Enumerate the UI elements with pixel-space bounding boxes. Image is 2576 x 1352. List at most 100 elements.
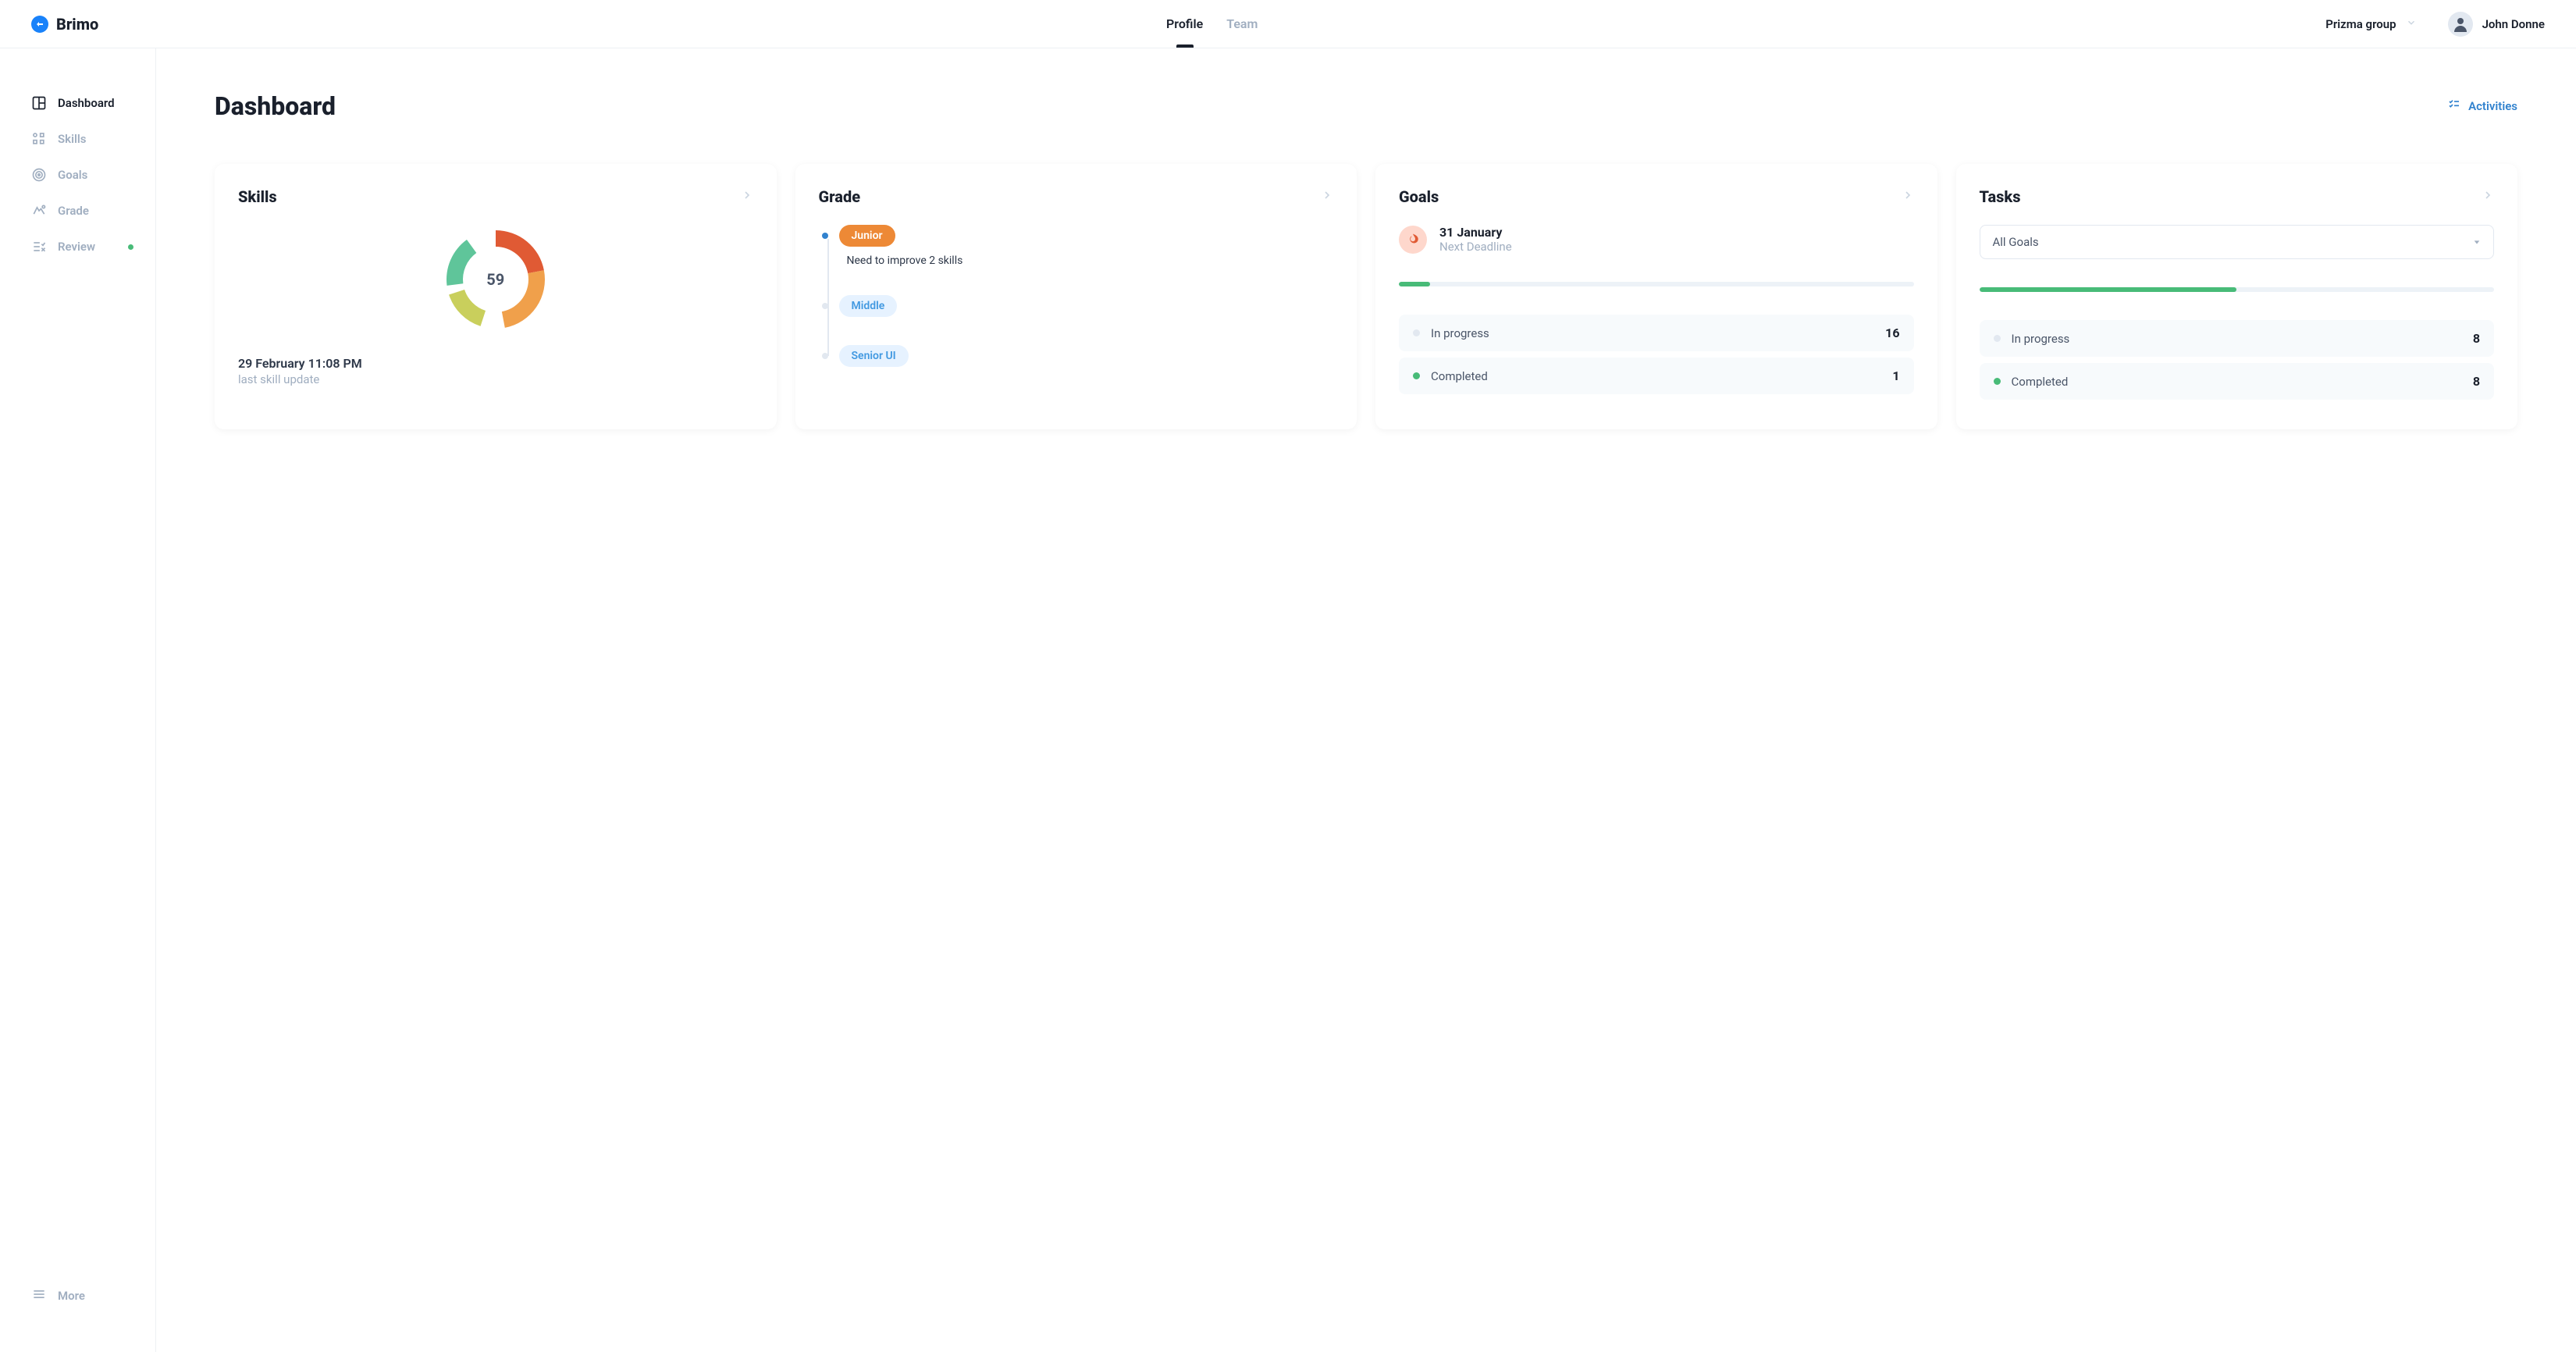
tab-team[interactable]: Team — [1226, 0, 1258, 48]
chevron-down-icon — [2406, 17, 2417, 31]
grade-item-senior: Senior UI — [822, 345, 1334, 367]
chevron-right-icon — [1321, 189, 1333, 205]
main-content: Dashboard Activities Skills — [156, 48, 2576, 1352]
activities-label: Activities — [2468, 99, 2517, 113]
status-label: Completed — [2012, 375, 2069, 389]
chevron-right-icon — [1902, 189, 1914, 205]
grade-item-middle: Middle — [822, 295, 1334, 317]
tab-label: Team — [1226, 16, 1258, 31]
logo-icon — [31, 16, 48, 33]
card-skills[interactable]: Skills 59 29 February 11:08 PM last skil… — [215, 164, 777, 429]
sidebar-more[interactable]: More — [0, 1279, 155, 1313]
grade-pill: Middle — [839, 295, 898, 317]
timeline-dot — [822, 233, 828, 239]
tasks-progress-bar — [1980, 287, 2495, 292]
status-completed: Completed 1 — [1399, 358, 1914, 394]
progress-fill — [1399, 282, 1430, 286]
activities-button[interactable]: Activities — [2448, 98, 2517, 114]
review-icon — [31, 239, 47, 254]
goals-icon — [31, 167, 47, 183]
deadline-label: Next Deadline — [1439, 240, 1512, 254]
sidebar-item-label: Goals — [58, 168, 87, 182]
status-in-progress: In progress 16 — [1399, 315, 1914, 351]
card-title: Tasks — [1980, 187, 2021, 206]
goals-progress-bar — [1399, 282, 1914, 286]
avatar — [2448, 12, 2473, 37]
status-label: In progress — [2012, 332, 2070, 346]
sidebar-item-skills[interactable]: Skills — [0, 123, 155, 155]
card-header: Skills — [238, 187, 753, 206]
menu-icon — [31, 1286, 47, 1305]
sidebar-item-label: Grade — [58, 204, 89, 218]
skills-sub-label: last skill update — [238, 372, 753, 386]
deadline-date: 31 January — [1439, 225, 1512, 240]
grade-icon — [31, 203, 47, 219]
timeline-dot — [822, 303, 828, 309]
card-title: Goals — [1399, 187, 1439, 206]
timeline-dot — [822, 353, 828, 359]
group-select[interactable]: Prizma group — [2325, 17, 2416, 31]
card-header: Tasks — [1980, 187, 2495, 206]
chevron-right-icon — [2482, 189, 2494, 205]
page-title: Dashboard — [215, 91, 336, 121]
app-header: Brimo Profile Team Prizma group John Don… — [0, 0, 2576, 48]
sidebar-item-grade[interactable]: Grade — [0, 195, 155, 226]
deadline-block: 31 January Next Deadline — [1399, 225, 1914, 254]
status-count: 8 — [2473, 374, 2480, 389]
card-grade[interactable]: Grade Junior Need to improve 2 skills — [795, 164, 1357, 429]
checklist-icon — [2448, 98, 2460, 114]
skills-donut-chart: 59 — [238, 225, 753, 334]
skills-icon — [31, 131, 47, 147]
status-count: 1 — [1892, 368, 1899, 383]
user-menu[interactable]: John Donne — [2448, 12, 2545, 37]
sidebar-item-dashboard[interactable]: Dashboard — [0, 87, 155, 119]
status-dot — [1413, 372, 1420, 379]
card-header: Goals — [1399, 187, 1914, 206]
status-dot — [1413, 329, 1420, 336]
progress-fill — [1980, 287, 2237, 292]
sidebar-item-label: Dashboard — [58, 96, 115, 110]
skills-date: 29 February 11:08 PM — [238, 356, 753, 371]
tab-profile[interactable]: Profile — [1166, 0, 1203, 48]
card-title: Skills — [238, 187, 277, 206]
chevron-right-icon — [741, 189, 753, 205]
tab-label: Profile — [1166, 16, 1203, 31]
group-label: Prizma group — [2325, 17, 2396, 31]
tasks-goal-select[interactable]: All Goals — [1980, 225, 2495, 259]
sidebar-item-goals[interactable]: Goals — [0, 159, 155, 190]
flame-icon — [1399, 226, 1427, 254]
grade-pill: Senior UI — [839, 345, 909, 367]
logo[interactable]: Brimo — [31, 15, 98, 34]
user-name: John Donne — [2482, 17, 2545, 31]
status-dot — [1994, 378, 2001, 385]
sidebar-item-label: Skills — [58, 132, 86, 146]
logo-text: Brimo — [56, 15, 98, 34]
sidebar-items: Dashboard Skills Goals Grade — [0, 87, 155, 262]
card-header: Grade — [819, 187, 1334, 206]
grade-sub-text: Need to improve 2 skills — [847, 254, 963, 267]
caret-down-icon — [2473, 235, 2481, 249]
donut-center-value: 59 — [486, 270, 504, 289]
status-label: In progress — [1431, 326, 1489, 340]
dashboard-icon — [31, 95, 47, 111]
sidebar-item-label: Review — [58, 240, 95, 254]
select-label: All Goals — [1993, 235, 2039, 249]
status-in-progress: In progress 8 — [1980, 320, 2495, 357]
card-tasks[interactable]: Tasks All Goals In — [1956, 164, 2518, 429]
sidebar: Dashboard Skills Goals Grade — [0, 48, 156, 1352]
cards-row: Skills 59 29 February 11:08 PM last skil… — [215, 164, 2517, 429]
card-goals[interactable]: Goals 31 January Next Deadline — [1375, 164, 1937, 429]
status-dot — [1994, 335, 2001, 342]
header-right: Prizma group John Donne — [2325, 12, 2545, 37]
status-dot — [128, 244, 133, 250]
grade-item-junior: Junior Need to improve 2 skills — [822, 225, 1334, 267]
nav-tabs: Profile Team — [1166, 0, 1258, 48]
status-completed: Completed 8 — [1980, 363, 2495, 400]
status-label: Completed — [1431, 369, 1488, 383]
status-count: 16 — [1885, 326, 1899, 340]
grade-pill: Junior — [839, 225, 895, 247]
status-count: 8 — [2473, 331, 2480, 346]
sidebar-item-review[interactable]: Review — [0, 231, 155, 262]
main-header: Dashboard Activities — [215, 91, 2517, 121]
sidebar-more-label: More — [58, 1289, 85, 1303]
